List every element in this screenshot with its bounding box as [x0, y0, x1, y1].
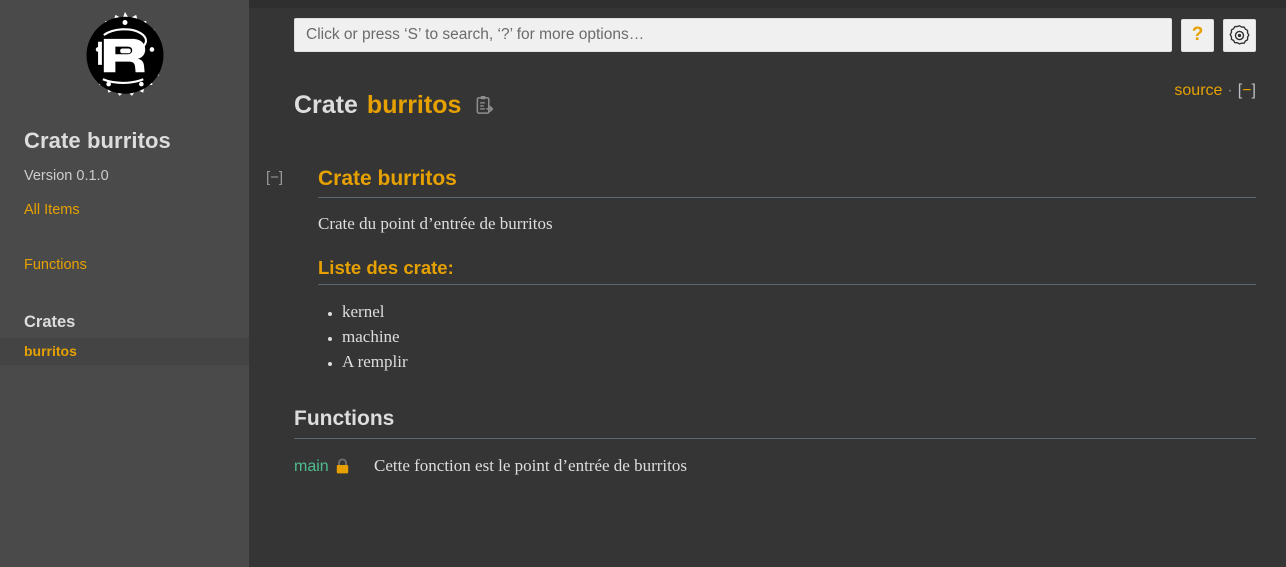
copy-path-icon	[476, 95, 494, 114]
docblock-collapse-toggle[interactable]: [−]	[266, 169, 283, 186]
page-title-row: Crate burritos source · [−]	[294, 74, 1256, 137]
sidebar-link-functions[interactable]: Functions	[0, 257, 249, 273]
top-strip	[249, 0, 1286, 8]
page-title-name: burritos	[366, 90, 462, 119]
page-title: Crate burritos	[294, 91, 494, 120]
main-content: ? Crate burritos	[249, 0, 1286, 567]
toggle-close-bracket: ]	[1251, 82, 1256, 99]
docblock-heading: Crate burritos	[318, 167, 1256, 198]
docblock-paragraph: Crate du point d’entrée de burritos	[318, 213, 553, 233]
docblock: [−] Crate burritos Crate du point d’entr…	[266, 167, 1256, 374]
function-link-main[interactable]: main	[294, 458, 329, 476]
gear-icon	[1229, 24, 1250, 45]
function-description: Cette fonction est le point d’entrée de …	[374, 455, 687, 475]
list-item: machine	[342, 324, 1256, 349]
functions-section-heading: Functions	[294, 407, 1256, 439]
page-title-actions: source · [−]	[1174, 74, 1256, 100]
page-title-kind: Crate	[294, 90, 358, 119]
separator-dot: ·	[1227, 82, 1233, 99]
lock-icon	[335, 458, 350, 475]
docblock-subheading: Liste des crate:	[318, 257, 1256, 285]
sidebar-crate-title: Crate burritos	[24, 128, 171, 153]
rust-logo[interactable]	[0, 10, 249, 112]
help-button[interactable]: ?	[1181, 18, 1214, 52]
source-link[interactable]: source	[1174, 82, 1222, 100]
sidebar-version: Version 0.1.0	[24, 168, 109, 184]
function-entry: main	[294, 458, 374, 476]
rustdoc-page: Crate burritos Version 0.1.0 All Items F…	[0, 0, 1286, 567]
collapse-all-toggle[interactable]: [−]	[1238, 82, 1256, 100]
list-item: A remplir	[342, 349, 1256, 374]
sidebar-block-title-crates: Crates	[24, 313, 76, 331]
docblock-heading-row: [−] Crate burritos	[266, 167, 1256, 198]
toggle-minus: −	[1242, 82, 1252, 99]
sidebar-item-burritos[interactable]: burritos	[0, 338, 249, 365]
sidebar: Crate burritos Version 0.1.0 All Items F…	[0, 0, 249, 567]
docblock-list: kernel machine A remplir	[318, 299, 1256, 374]
table-row: main Cette fonction est le point d’entré…	[294, 456, 1256, 476]
sidebar-link-all-items[interactable]: All Items	[0, 202, 249, 218]
lock-icon-glyph	[336, 458, 348, 474]
copy-path-button[interactable]	[475, 95, 494, 116]
settings-button[interactable]	[1223, 18, 1256, 52]
search-input[interactable]	[294, 18, 1172, 52]
list-item: kernel	[342, 299, 1256, 324]
rust-logo-icon	[86, 11, 163, 96]
